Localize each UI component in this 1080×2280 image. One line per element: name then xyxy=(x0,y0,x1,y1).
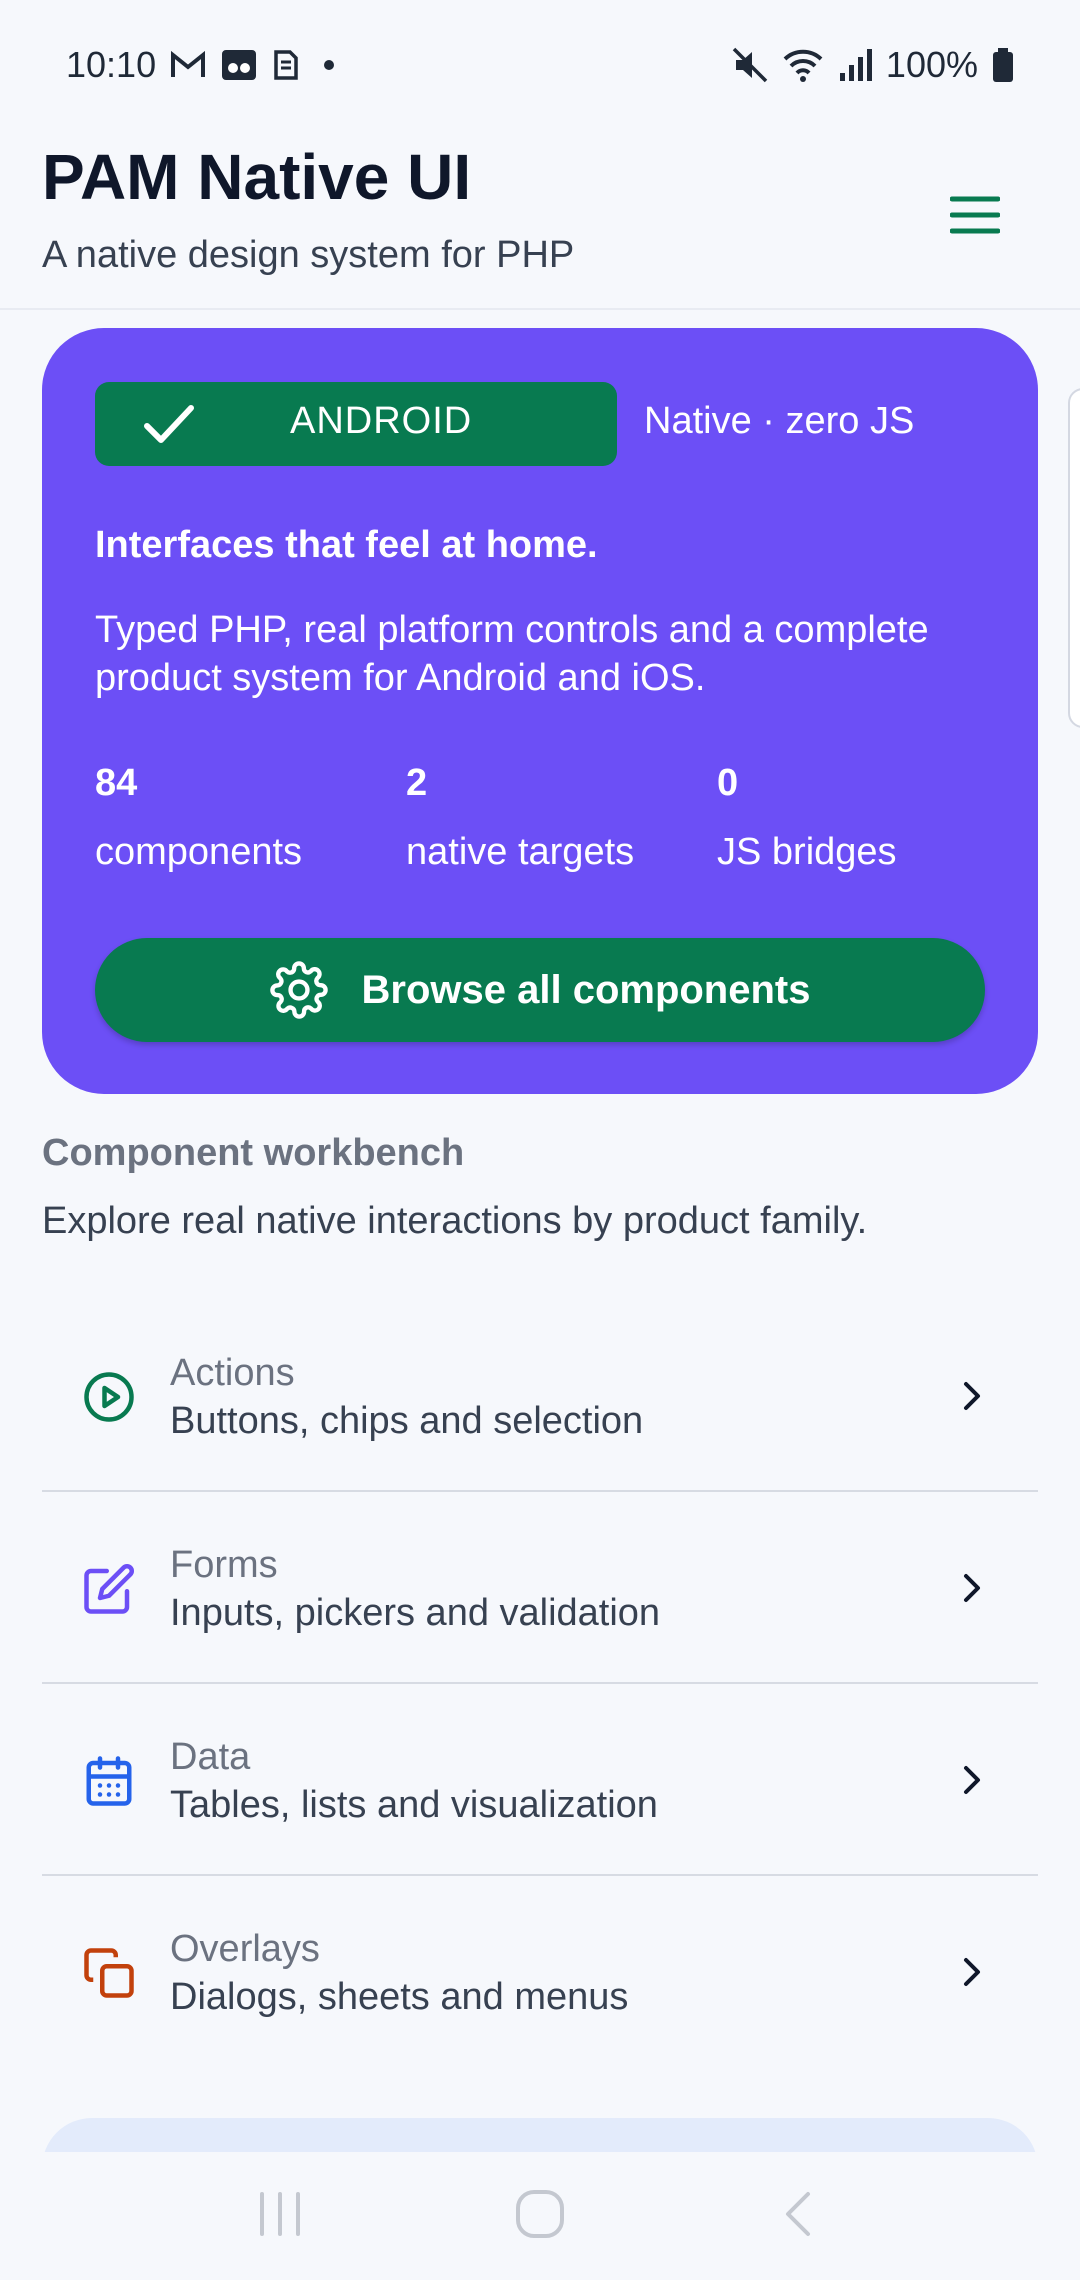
chevron-right-icon xyxy=(964,1574,980,1602)
list-item-data[interactable]: Data Tables, lists and visualization xyxy=(42,1684,1038,1876)
list-item-title: Actions xyxy=(170,1352,295,1394)
back-button[interactable] xyxy=(772,2186,828,2247)
section-title: Component workbench xyxy=(42,1132,465,1174)
back-icon xyxy=(786,2191,810,2236)
page-title: PAM Native UI xyxy=(42,141,472,213)
component-family-list: Actions Buttons, chips and selection For… xyxy=(42,1300,1038,2068)
chevron-right-icon xyxy=(964,1766,980,1794)
list-item-title: Overlays xyxy=(170,1928,320,1970)
hero-card: ANDROID Native · zero JS Interfaces that… xyxy=(42,328,1038,1094)
signal-icon xyxy=(838,47,872,83)
calendar-icon xyxy=(86,1756,132,1806)
recents-button[interactable] xyxy=(252,2186,308,2247)
menu-button[interactable] xyxy=(940,180,1010,250)
stat-value: 0 xyxy=(717,762,739,804)
list-item-description: Dialogs, sheets and menus xyxy=(170,1976,629,2018)
hamburger-menu-icon xyxy=(950,196,1000,234)
browse-all-components-button[interactable]: Browse all components xyxy=(95,938,985,1042)
stat-label: native targets xyxy=(406,831,635,873)
next-card-peek[interactable] xyxy=(1068,388,1080,728)
platform-chip[interactable]: ANDROID xyxy=(95,382,617,466)
home-icon xyxy=(516,2189,564,2238)
check-icon xyxy=(144,405,194,443)
status-bar: 10:10 100% xyxy=(0,0,1080,130)
chevron-right-icon xyxy=(964,1382,980,1410)
gear-icon xyxy=(269,961,328,1019)
battery-percent: 100% xyxy=(885,44,978,85)
copy-icon xyxy=(84,1948,134,1998)
list-item-title: Forms xyxy=(170,1544,278,1586)
hero-headline: Interfaces that feel at home. xyxy=(95,524,598,566)
stat-value: 2 xyxy=(406,762,428,804)
list-item-description: Tables, lists and visualization xyxy=(170,1784,658,1826)
stat-value: 84 xyxy=(95,762,138,804)
stat-js-bridges: 0 JS bridges xyxy=(717,762,897,874)
edit-icon xyxy=(84,1564,134,1614)
sim-icon xyxy=(272,48,300,82)
browse-button-label: Browse all components xyxy=(361,967,811,1012)
play-circle-icon xyxy=(84,1372,134,1422)
system-nav-bar xyxy=(0,2152,1080,2280)
stat-components: 84 components xyxy=(95,762,302,874)
list-item-title: Data xyxy=(170,1736,251,1778)
status-time: 10:10 xyxy=(66,44,157,85)
native-tag: Native · zero JS xyxy=(644,400,915,442)
list-item-actions[interactable]: Actions Buttons, chips and selection xyxy=(42,1300,1038,1492)
wifi-icon xyxy=(782,47,824,83)
page-subtitle: A native design system for PHP xyxy=(42,234,575,276)
app-header: PAM Native UI A native design system for… xyxy=(0,130,1080,310)
status-left: 10:10 xyxy=(66,44,344,86)
list-item-description: Buttons, chips and selection xyxy=(170,1400,644,1442)
stat-native-targets: 2 native targets xyxy=(406,762,634,874)
status-right: 100% xyxy=(732,44,1014,86)
battery-icon xyxy=(992,47,1014,83)
stat-label: JS bridges xyxy=(717,831,897,873)
list-item-description: Inputs, pickers and validation xyxy=(170,1592,661,1634)
gmail-icon xyxy=(170,50,206,80)
stat-label: components xyxy=(95,831,303,873)
platform-label: ANDROID xyxy=(290,400,473,442)
dot-icon xyxy=(314,55,344,75)
list-item-forms[interactable]: Forms Inputs, pickers and validation xyxy=(42,1492,1038,1684)
section-description: Explore real native interactions by prod… xyxy=(42,1200,868,1242)
list-item-overlays[interactable]: Overlays Dialogs, sheets and menus xyxy=(42,1876,1038,2068)
home-button[interactable] xyxy=(512,2186,568,2247)
chevron-right-icon xyxy=(964,1958,980,1986)
voicemail-icon xyxy=(220,48,258,82)
recents-icon xyxy=(260,2191,300,2236)
hero-description: Typed PHP, real platform controls and a … xyxy=(95,609,929,699)
mute-icon xyxy=(732,47,768,83)
